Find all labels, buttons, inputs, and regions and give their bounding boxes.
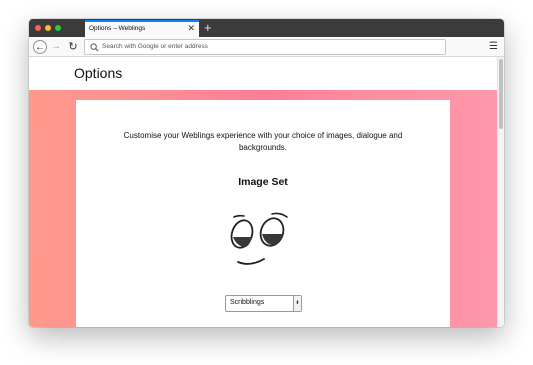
vertical-scrollbar[interactable] bbox=[497, 57, 504, 327]
plus-icon[interactable]: + bbox=[204, 20, 212, 35]
navigation-toolbar: ← → ↻ Search with Google or enter addres… bbox=[29, 37, 504, 57]
image-set-heading: Image Set bbox=[238, 176, 288, 188]
title-bar: Options – Weblings ✕ + bbox=[29, 19, 504, 37]
tab-title: Options – Weblings bbox=[89, 25, 146, 32]
address-bar-placeholder: Search with Google or enter address bbox=[102, 43, 208, 50]
image-set-select[interactable]: Scribblings ⬍ bbox=[225, 295, 302, 312]
page-title: Options bbox=[74, 65, 123, 81]
scribbling-face-image bbox=[230, 212, 288, 265]
image-set-selected-value: Scribblings bbox=[230, 299, 265, 306]
options-card: Customise your Weblings experience with … bbox=[76, 100, 450, 327]
chevron-up-down-icon[interactable]: ⬍ bbox=[293, 296, 301, 311]
gradient-background: Customise your Weblings experience with … bbox=[29, 90, 497, 327]
browser-window: Options – Weblings ✕ + ← → ↻ Search with… bbox=[29, 19, 504, 327]
forward-arrow-icon[interactable]: → bbox=[49, 40, 63, 54]
hamburger-menu-icon[interactable]: ☰ bbox=[489, 40, 498, 54]
tab-options-weblings[interactable]: Options – Weblings ✕ bbox=[85, 20, 199, 37]
close-window-button[interactable] bbox=[35, 25, 41, 31]
scrollbar-thumb[interactable] bbox=[499, 59, 503, 129]
back-arrow-icon[interactable]: ← bbox=[33, 40, 47, 54]
minimize-window-button[interactable] bbox=[45, 25, 51, 31]
search-icon bbox=[90, 43, 99, 52]
address-bar[interactable]: Search with Google or enter address bbox=[84, 39, 446, 55]
reload-icon[interactable]: ↻ bbox=[66, 40, 80, 54]
intro-text: Customise your Weblings experience with … bbox=[123, 131, 403, 152]
zoom-window-button[interactable] bbox=[55, 25, 61, 31]
options-header: Options bbox=[29, 57, 497, 90]
close-icon[interactable]: ✕ bbox=[187, 23, 195, 34]
page-content: Options Customise your Weblings experien… bbox=[29, 57, 504, 327]
